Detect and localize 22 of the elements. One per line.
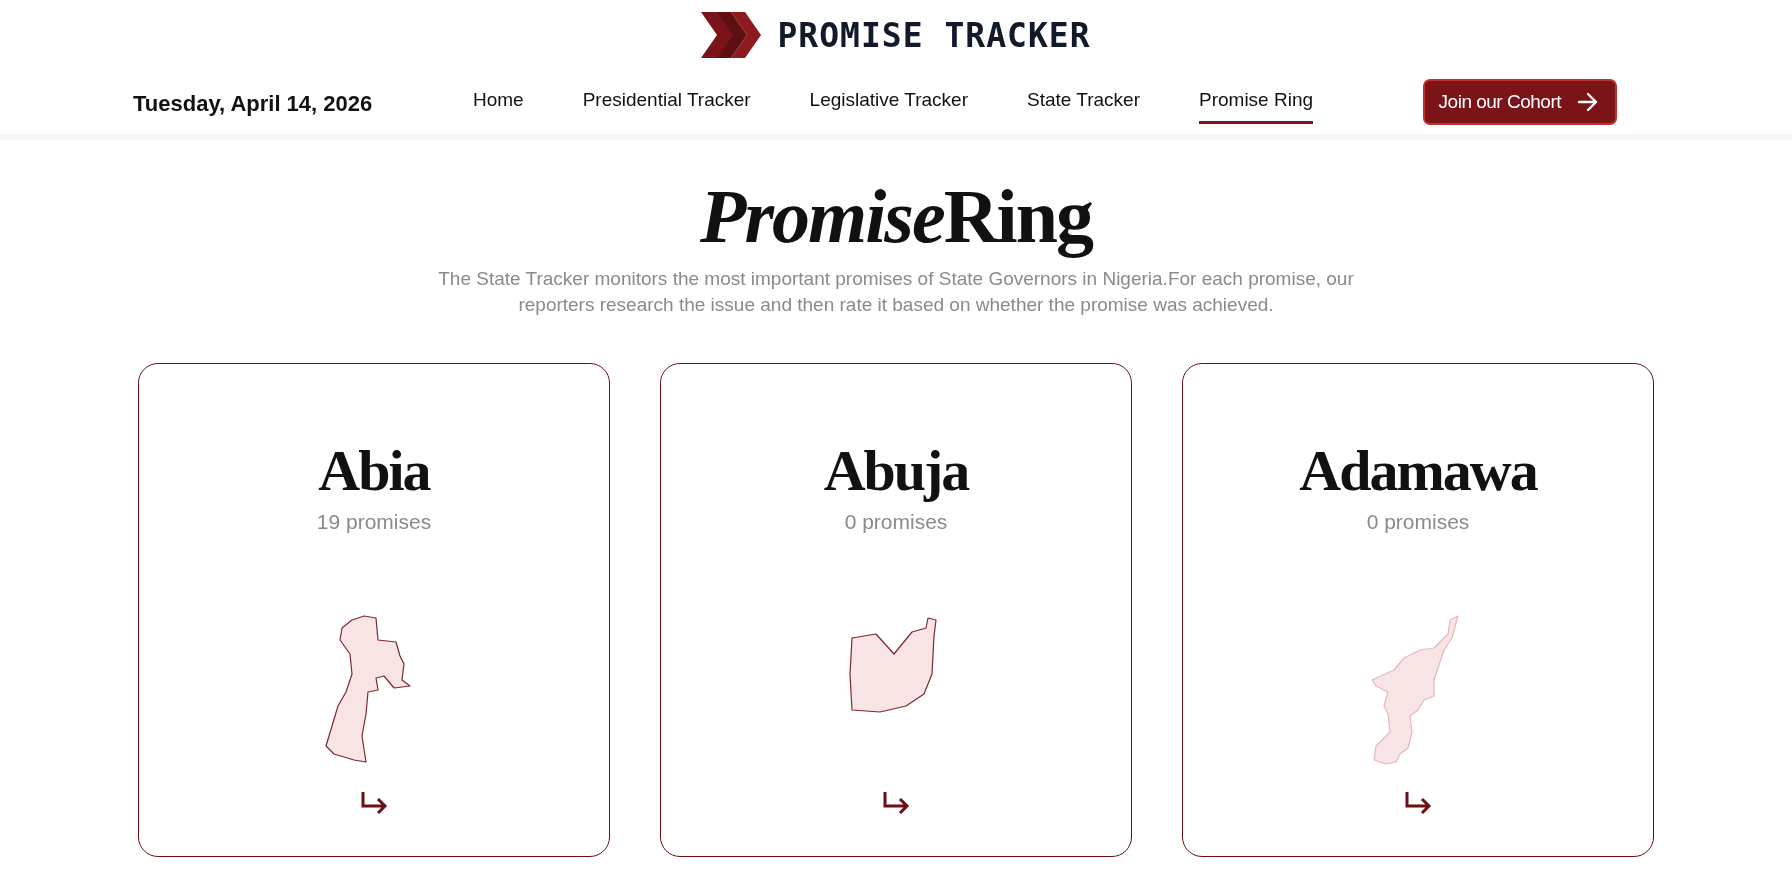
state-name: Abia xyxy=(318,442,430,500)
promise-count: 19 promises xyxy=(316,510,432,534)
state-card[interactable]: Adamawa 0 promises xyxy=(1182,363,1654,857)
state-card[interactable]: Abuja 0 promises xyxy=(660,363,1132,857)
current-date: Tuesday, April 14, 2026 xyxy=(133,90,374,117)
state-name: Abuja xyxy=(823,442,969,500)
state-name: Adamawa xyxy=(1299,442,1537,500)
arrow-right-icon xyxy=(1577,92,1599,112)
nav-link[interactable]: Home xyxy=(473,88,524,124)
logo-text: PROMISE TRACKER xyxy=(777,15,1091,55)
return-arrow-icon[interactable] xyxy=(1403,790,1433,814)
state-card[interactable]: Abia 19 promises xyxy=(138,363,610,857)
promise-count: 0 promises xyxy=(844,510,948,534)
nav-link[interactable]: State Tracker xyxy=(1027,88,1140,124)
nav-link[interactable]: Legislative Tracker xyxy=(809,88,968,124)
nav-link[interactable]: Presidential Tracker xyxy=(582,88,751,124)
join-cohort-button[interactable]: Join our Cohort xyxy=(1422,79,1617,125)
nav-link[interactable]: Promise Ring xyxy=(1199,88,1314,124)
return-arrow-icon[interactable] xyxy=(881,790,911,814)
promise-count: 0 promises xyxy=(1366,510,1470,534)
intro-text: The State Tracker monitors the most important promises of State Governors in Nigeria.For each promise, our reporters research the issue and then rate it based on whether the promise was achieved. xyxy=(437,267,1355,317)
return-arrow-icon[interactable] xyxy=(359,790,389,814)
